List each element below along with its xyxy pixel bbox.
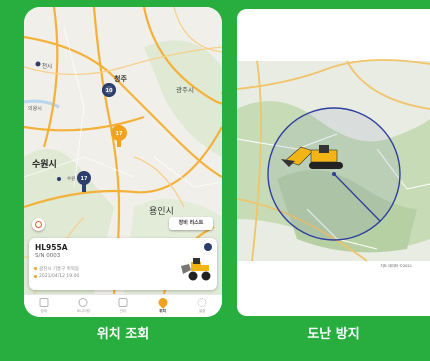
navigate-icon[interactable]: [204, 243, 212, 251]
map-label-uiwang: 의왕시: [28, 105, 42, 112]
equipment-datetime: 2021/04/12 19:00: [33, 274, 80, 279]
map-attribution: 지도 데이터 ©2021: [380, 263, 412, 268]
theft-caption: 도난 방지: [307, 327, 360, 342]
location-caption: 위치 조회: [96, 327, 150, 342]
tab-settings[interactable]: 설정: [182, 295, 222, 317]
marker-count: 17: [116, 131, 123, 137]
equipment-list-button[interactable]: 장비 리스트: [169, 217, 213, 230]
bottom-tab-bar: 장비 모니터링 관리 위치 설정: [24, 294, 222, 317]
equipment-icon: [39, 298, 49, 307]
equipment-address: 광진시 기흥구 마북동: [33, 267, 80, 272]
equipment-serial: S/N 0003: [35, 253, 61, 259]
location-phone-screen: 청주 광주시 수원시 용인시 의왕시 천시 수원 10 17 17 장비 리스트…: [24, 7, 222, 317]
gauge-icon: [78, 298, 88, 307]
tab-management[interactable]: 관리: [103, 295, 143, 317]
map-label-cheongju: 청주: [114, 74, 127, 83]
marker-count: 10: [106, 88, 113, 94]
map-label-gwangju: 광주시: [176, 86, 194, 94]
wheel-loader-icon: [181, 258, 211, 281]
geofence-map[interactable]: 지도 데이터 ©2021: [237, 9, 430, 316]
theft-prevention-screen: 지도 데이터 ©2021: [237, 9, 430, 316]
location-pin-icon: [156, 296, 169, 309]
doc-icon: [118, 298, 128, 307]
tab-location[interactable]: 위치: [143, 295, 183, 317]
map-label-suwon-small: 수원: [67, 175, 75, 182]
tab-monitoring[interactable]: 모니터링: [64, 295, 104, 317]
map-label-yongin: 용인시: [149, 206, 174, 217]
equipment-info-card[interactable]: HL955A S/N 0003 광진시 기흥구 마북동 2021/04/12 1…: [29, 238, 217, 290]
current-location-button[interactable]: [32, 218, 45, 231]
map-label-cheonan: 천시: [42, 62, 52, 70]
map-label-suwon: 수원시: [32, 158, 57, 170]
equipment-model: HL955A: [35, 243, 68, 252]
gear-icon: [197, 298, 207, 307]
marker-count: 17: [81, 176, 88, 182]
tab-equipment[interactable]: 장비: [24, 295, 64, 317]
